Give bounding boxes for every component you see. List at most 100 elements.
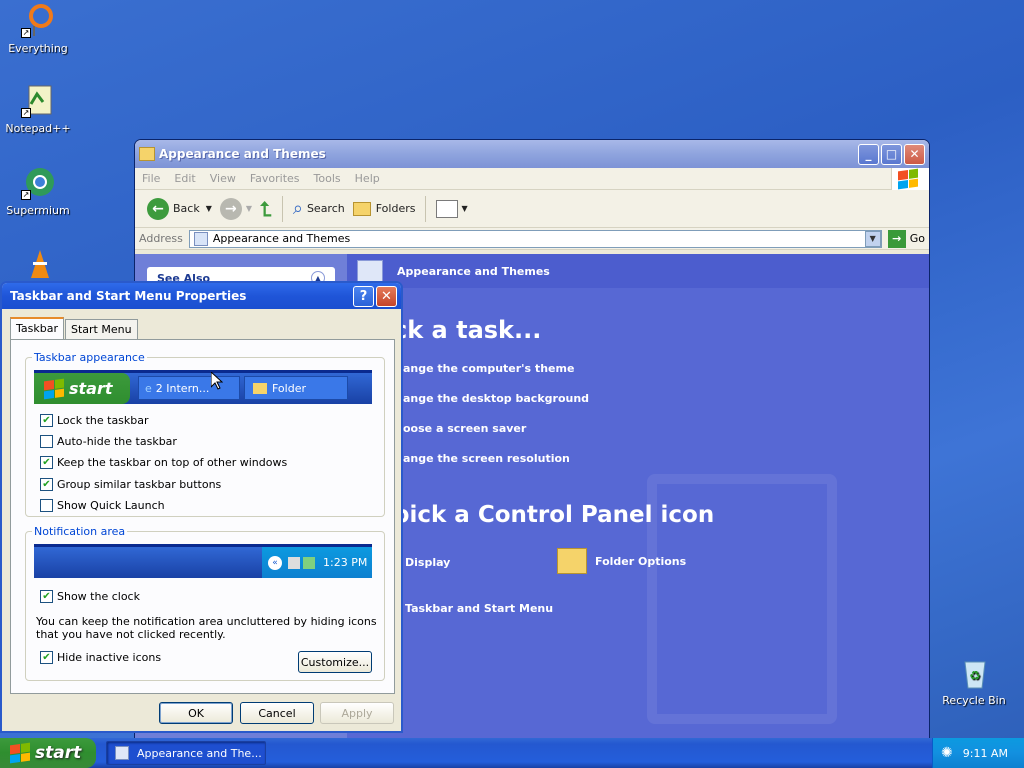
- forward-arrow-icon: →: [219, 197, 242, 220]
- folders-icon: [352, 201, 371, 216]
- search-icon: ⌕: [292, 198, 303, 219]
- dialog-close-button[interactable]: ✕: [376, 285, 397, 307]
- pick-icon-heading: pick a Control Panel icon: [393, 502, 715, 528]
- menu-view[interactable]: View: [203, 172, 243, 185]
- menu-tools[interactable]: Tools: [307, 172, 348, 185]
- folders-label: Folders: [375, 202, 416, 215]
- checkbox-label: Hide inactive icons: [57, 651, 162, 664]
- go-arrow-icon: →: [887, 229, 906, 248]
- preview-start-button: start: [34, 373, 130, 404]
- up-arrow-icon: ⮤: [260, 196, 272, 221]
- control-panel-icon: [115, 746, 129, 760]
- explorer-titlebar[interactable]: Appearance and Themes _ □ ✕: [135, 140, 929, 168]
- checkbox-box: [40, 499, 53, 512]
- preview-clock: 1:23 PM: [323, 556, 368, 569]
- preview-folder-item: Folder: [244, 376, 348, 400]
- toolbar-separator: [281, 195, 283, 222]
- folder-options-label: Folder Options: [595, 554, 687, 568]
- go-label: Go: [909, 232, 925, 245]
- address-bar: Address Appearance and Themes ▼ → Go: [135, 228, 929, 250]
- folder-options-link[interactable]: Folder Options: [557, 548, 686, 574]
- folder-icon: [139, 147, 155, 161]
- start-button[interactable]: start: [0, 738, 96, 768]
- windows-logo-icon: [44, 378, 64, 399]
- checkbox-box: ✔: [40, 651, 53, 664]
- checkbox-box: ✔: [40, 456, 53, 469]
- checkbox-label: Keep the taskbar on top of other windows: [57, 456, 288, 469]
- chevron-down-icon: ▼: [461, 204, 468, 213]
- vlc-cone-icon: [21, 248, 55, 282]
- menu-favorites[interactable]: Favorites: [243, 172, 307, 185]
- keep-on-top-checkbox[interactable]: ✔ Keep the taskbar on top of other window…: [40, 456, 287, 469]
- address-dropdown-icon[interactable]: ▼: [864, 230, 881, 247]
- windows-logo-icon: [10, 742, 30, 764]
- supermium-icon: ↗: [21, 166, 55, 200]
- taskbar-start-menu-link[interactable]: Taskbar and Start Menu: [405, 602, 553, 615]
- dialog-title: Taskbar and Start Menu Properties: [10, 289, 247, 303]
- preview-ie-group: e 2 Intern...: [138, 376, 240, 400]
- hide-inactive-checkbox[interactable]: ✔ Hide inactive icons: [40, 651, 161, 664]
- chevron-down-icon[interactable]: ▼: [246, 204, 252, 213]
- taskbar-appearance-group: Taskbar appearance start e 2 Intern... F…: [25, 351, 385, 517]
- desktop-icon-everything[interactable]: ↗ Everything: [0, 4, 76, 55]
- dialog-titlebar[interactable]: Taskbar and Start Menu Properties ? ✕: [2, 283, 401, 309]
- show-clock-checkbox[interactable]: ✔ Show the clock: [40, 590, 140, 603]
- display-label: Display: [405, 556, 451, 569]
- preview-start-label: start: [69, 379, 113, 398]
- task-link[interactable]: ange the computer's theme: [403, 362, 574, 375]
- lock-taskbar-checkbox[interactable]: ✔ Lock the taskbar: [40, 414, 149, 427]
- taskbar-start-menu-label: Taskbar and Start Menu: [405, 602, 554, 615]
- desktop-icon-supermium[interactable]: ↗ Supermium: [0, 166, 76, 217]
- group-buttons-checkbox[interactable]: ✔ Group similar taskbar buttons: [40, 478, 221, 491]
- minimize-button[interactable]: _: [858, 143, 879, 165]
- taskbar-preview: start e 2 Intern... Folder: [34, 370, 372, 404]
- search-label: Search: [306, 202, 345, 215]
- tray-clock[interactable]: 9:11 AM: [963, 747, 1008, 760]
- checkbox-label: Auto-hide the taskbar: [57, 435, 177, 448]
- tab-taskbar[interactable]: Taskbar: [10, 317, 64, 340]
- menu-edit[interactable]: Edit: [167, 172, 202, 185]
- notification-preview: « 1:23 PM: [34, 544, 372, 578]
- forward-button[interactable]: → ▼: [216, 197, 256, 220]
- preview-tray: « 1:23 PM: [262, 547, 372, 578]
- toolbar-separator: [425, 195, 427, 222]
- svg-text:♻: ♻: [969, 669, 981, 684]
- menu-file[interactable]: File: [135, 172, 167, 185]
- back-button[interactable]: ← Back ▼: [143, 197, 216, 220]
- auto-hide-checkbox[interactable]: Auto-hide the taskbar: [40, 435, 177, 448]
- maximize-button[interactable]: □: [881, 143, 902, 165]
- cancel-button[interactable]: Cancel: [240, 702, 314, 724]
- menu-help[interactable]: Help: [348, 172, 387, 185]
- taskbar-item-appearance[interactable]: Appearance and The...: [106, 741, 266, 765]
- close-button[interactable]: ✕: [904, 143, 925, 165]
- explorer-toolbar: ← Back ▼ → ▼ ⮤ ⌕ Search Folders ▼: [135, 190, 929, 228]
- desktop-icon-recycle-bin[interactable]: ♻ Recycle Bin: [936, 656, 1012, 707]
- address-value: Appearance and Themes: [212, 232, 351, 245]
- display-link[interactable]: Display: [405, 556, 450, 569]
- customize-button[interactable]: Customize...: [298, 651, 372, 673]
- expand-tray-icon: «: [268, 555, 282, 570]
- up-folder-button[interactable]: ⮤: [256, 197, 276, 221]
- address-label: Address: [139, 232, 183, 245]
- taskbar-properties-dialog: Taskbar and Start Menu Properties ? ✕ Ta…: [0, 281, 403, 733]
- ok-button[interactable]: OK: [159, 702, 233, 724]
- task-link[interactable]: ange the desktop background: [403, 392, 589, 405]
- views-button[interactable]: ▼: [432, 199, 471, 218]
- quick-launch-checkbox[interactable]: Show Quick Launch: [40, 499, 165, 512]
- task-link[interactable]: ange the screen resolution: [403, 452, 570, 465]
- folders-button[interactable]: Folders: [349, 201, 420, 216]
- help-button[interactable]: ?: [353, 285, 374, 307]
- notepadpp-icon: ↗: [21, 84, 55, 118]
- tray-sun-icon[interactable]: ✺: [941, 745, 953, 761]
- chevron-down-icon[interactable]: ▼: [206, 204, 212, 213]
- checkbox-box: ✔: [40, 590, 53, 603]
- apply-button[interactable]: Apply: [320, 702, 394, 724]
- checkbox-label: Group similar taskbar buttons: [57, 478, 222, 491]
- desktop-icon-notepadpp[interactable]: ↗ Notepad++: [0, 84, 76, 135]
- go-button[interactable]: → Go: [887, 229, 925, 248]
- task-link[interactable]: oose a screen saver: [403, 422, 526, 435]
- explorer-title: Appearance and Themes: [159, 147, 326, 161]
- address-input[interactable]: Appearance and Themes ▼: [188, 229, 882, 248]
- search-button[interactable]: ⌕ Search: [289, 198, 349, 219]
- notification-description: You can keep the notification area unclu…: [36, 615, 377, 641]
